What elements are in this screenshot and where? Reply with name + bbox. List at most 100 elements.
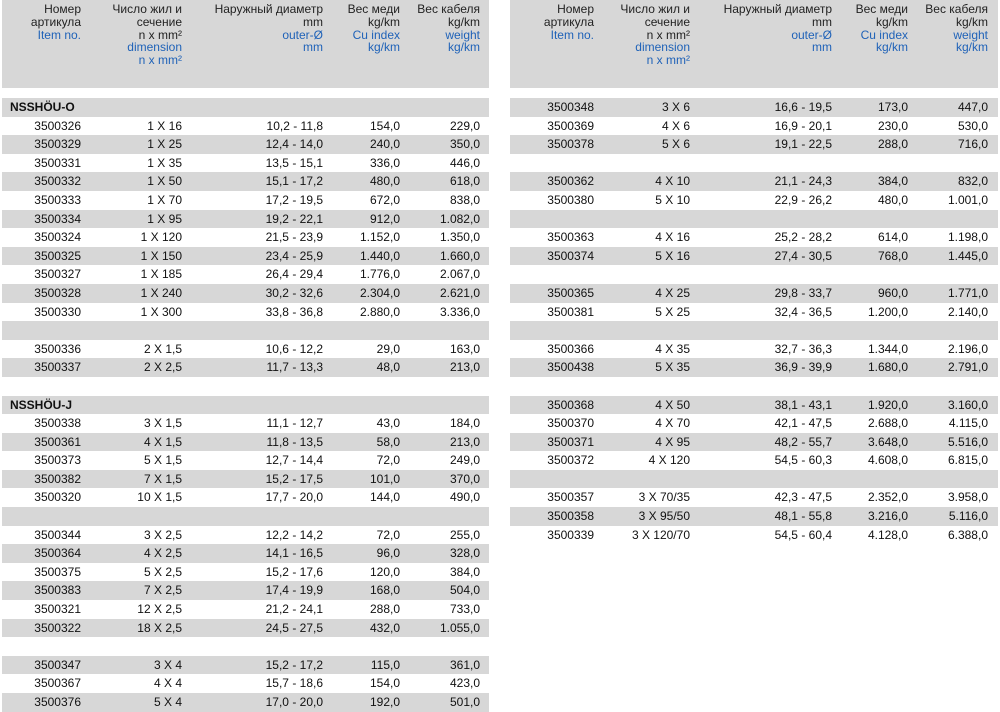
weight-cell: 447,0	[957, 100, 988, 114]
weight-cell: 1.082,0	[439, 211, 480, 226]
item-no-cell: 3500331	[34, 155, 81, 170]
outer-diameter-cell: 25,2 - 28,2	[774, 230, 832, 245]
cu-index-cell: 154,0	[369, 676, 400, 691]
outer-diameter-cell: 14,1 - 16,5	[265, 546, 323, 561]
outer-diameter-cell: 10,6 - 12,2	[265, 341, 323, 356]
table-row: 3500369 4 X 6 16,9 - 20,1 230,0 530,0	[510, 117, 998, 136]
table-row: 3500344 3 X 2,5 12,2 - 14,2 72,0 255,0	[2, 526, 489, 545]
item-no-cell: 3500357	[547, 490, 594, 505]
outer-diameter-cell: 12,7 - 14,4	[265, 453, 323, 468]
dimension-cell: 2 X 1,5	[143, 341, 182, 356]
weight-cell: 3.160,0	[947, 397, 988, 412]
cu-index-cell: 432,0	[369, 620, 400, 635]
weight-cell: 716,0	[957, 137, 988, 152]
dimension-cell: 4 X 35	[655, 341, 690, 356]
spacer-row	[510, 265, 998, 284]
outer-diameter-cell: 12,2 - 14,2	[265, 527, 323, 542]
table-row: 3500374 5 X 16 27,4 - 30,5 768,0 1.445,0	[510, 246, 998, 266]
item-no-cell: 3500348	[547, 100, 594, 114]
table-row: 3500376 5 X 4 17,0 - 20,0 192,0 501,0	[2, 693, 489, 712]
item-no-cell: 3500327	[34, 267, 81, 282]
header-label-ru: kg/km	[875, 14, 908, 29]
item-no-cell: 3500370	[547, 416, 594, 431]
item-no-cell: 3500347	[34, 657, 81, 672]
weight-cell: 6.815,0	[947, 453, 988, 468]
cu-index-cell: 120,0	[369, 564, 400, 579]
weight-cell: 2.621,0	[439, 285, 480, 300]
dimension-cell: 1 X 35	[147, 155, 182, 170]
dimension-cell: 5 X 16	[655, 248, 690, 263]
header-label-ru: Вес меди	[855, 2, 908, 16]
outer-diameter-cell: 38,1 - 43,1	[774, 397, 832, 412]
weight-cell: 504,0	[449, 583, 480, 598]
cu-index-cell: 58,0	[376, 434, 400, 449]
weight-cell: 2.067,0	[439, 267, 480, 282]
cu-index-cell: 1.680,0	[867, 360, 908, 375]
weight-cell: 838,0	[449, 192, 480, 207]
item-no-cell: 3500332	[34, 174, 81, 189]
item-no-cell: 3500339	[547, 527, 594, 542]
outer-diameter-cell: 17,7 - 20,0	[265, 490, 323, 505]
table-row: 3500329 1 X 25 12,4 - 14,0 240,0 350,0	[2, 135, 489, 154]
cu-index-cell: 480,0	[877, 192, 908, 207]
weight-cell: 1.771,0	[947, 285, 988, 300]
header-label-en: Item no.	[37, 27, 81, 42]
outer-diameter-cell: 15,7 - 18,6	[265, 676, 323, 691]
item-no-cell: 3500367	[34, 676, 81, 691]
dimension-header: Число жил и сечение n x mm² dimension n x mm…	[112, 3, 182, 67]
weight-cell: 1.055,0	[439, 620, 480, 635]
cu-index-cell: 768,0	[877, 248, 908, 263]
outer-diameter-cell: 12,4 - 14,0	[265, 137, 323, 152]
outer-diameter-cell: 42,3 - 47,5	[774, 490, 832, 505]
weight-cell: 1.660,0	[439, 248, 480, 263]
item-no-cell: 3500336	[34, 341, 81, 356]
table-row: 3500382 7 X 1,5 15,2 - 17,5 101,0 370,0	[2, 469, 489, 489]
dimension-cell: 4 X 1,5	[143, 434, 182, 449]
item-no-cell: 3500322	[34, 620, 81, 635]
header-label-ru: Вес кабеля	[925, 2, 988, 16]
outer-diameter-cell: 21,2 - 24,1	[265, 602, 323, 617]
weight-cell: 490,0	[449, 490, 480, 505]
spacer-row	[510, 321, 998, 340]
item-no-cell: 3500329	[34, 137, 81, 152]
table-row: 3500381 5 X 25 32,4 - 36,5 1.200,0 2.140,0	[510, 303, 998, 322]
header-label-ru: Наружный диаметр	[214, 2, 323, 16]
table-row: 3500365 4 X 25 29,8 - 33,7 960,0 1.771,0	[510, 283, 998, 303]
cu-index-header: Вес меди kg/km Cu index kg/km	[856, 3, 908, 54]
item-no-header: Номер артикула Item no.	[544, 3, 594, 41]
cu-index-cell: 168,0	[369, 583, 400, 598]
outer-diameter-cell: 36,9 - 39,9	[774, 360, 832, 375]
header-label-ru: kg/km	[447, 14, 480, 29]
weight-cell: 370,0	[449, 471, 480, 486]
header-label-ru: Вес меди	[347, 2, 400, 16]
dimension-cell: 4 X 120	[648, 453, 690, 468]
spacer-row	[2, 321, 489, 340]
spacer-row	[2, 507, 489, 526]
weight-cell: 163,0	[449, 341, 480, 356]
table-body: NSSHÖU-O 3500326 1 X 16 10,2 - 11,8 154,0 229…	[2, 98, 489, 712]
outer-diameter-cell: 15,2 - 17,2	[265, 657, 323, 672]
table-row: 3500372 4 X 120 54,5 - 60,3 4.608,0 6.815,0	[510, 451, 998, 470]
item-no-cell: 3500338	[34, 416, 81, 431]
weight-cell: 2.791,0	[947, 360, 988, 375]
outer-diameter-cell: 30,2 - 32,6	[265, 285, 323, 300]
header-label-ru: Номер	[557, 2, 594, 16]
table-row: 3500321 12 X 2,5 21,2 - 24,1 288,0 733,0	[2, 600, 489, 619]
outer-diameter-cell: 16,9 - 20,1	[774, 118, 832, 133]
weight-cell: 249,0	[449, 453, 480, 468]
item-no-cell: 3500383	[34, 583, 81, 598]
outer-diameter-cell: 23,4 - 25,9	[265, 248, 323, 263]
weight-cell: 5.116,0	[948, 509, 988, 524]
table-row: 3500347 3 X 4 15,2 - 17,2 115,0 361,0	[2, 655, 489, 675]
dimension-cell: 1 X 50	[147, 174, 182, 189]
weight-cell: 184,0	[449, 416, 480, 431]
item-no-cell: 3500369	[547, 118, 594, 133]
dimension-cell: 3 X 4	[153, 657, 182, 672]
cu-index-cell: 1.776,0	[359, 267, 400, 282]
weight-cell: 1.001,0	[947, 192, 988, 207]
item-no-cell: 3500358	[547, 509, 594, 524]
dimension-cell: 3 X 6	[661, 100, 690, 114]
weight-cell: 361,0	[449, 657, 480, 672]
cu-index-cell: 288,0	[369, 602, 400, 617]
cu-index-cell: 2.880,0	[359, 304, 400, 319]
